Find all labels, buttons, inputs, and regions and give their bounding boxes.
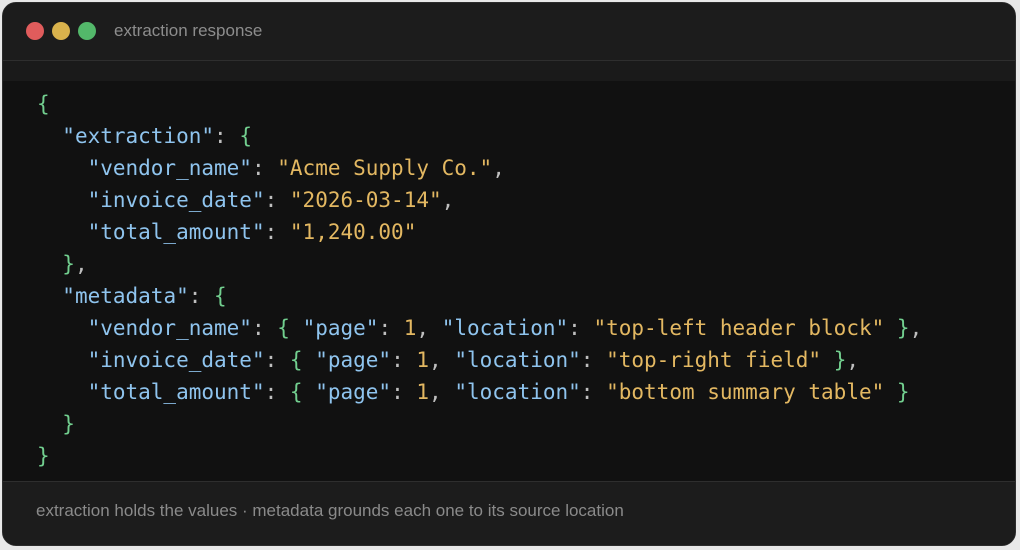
metadata-field-vendor-name: "vendor_name": { "page": 1, "location": … [87, 316, 923, 340]
extraction-line: "extraction": { [62, 124, 252, 148]
extraction-field-invoice-date: "invoice_date": "2026-03-14", [87, 188, 455, 212]
close-window-button[interactable] [26, 22, 44, 40]
terminal-window: extraction response { "extraction": { "v… [2, 2, 1016, 546]
maximize-window-button[interactable] [78, 22, 96, 40]
json-root-open: { [37, 92, 50, 116]
extraction-key: "extraction" [62, 124, 215, 148]
footer-bar: extraction holds the values · metadata g… [3, 481, 1015, 545]
minimize-window-button[interactable] [52, 22, 70, 40]
extraction-field-vendor-name: "vendor_name": "Acme Supply Co.", [87, 156, 505, 180]
title-bar: extraction response [3, 3, 1015, 61]
json-code-block: { "extraction": { "vendor_name": "Acme S… [3, 81, 1015, 481]
metadata-line: "metadata": { [62, 284, 227, 308]
metadata-field-total-amount: "total_amount": { "page": 1, "location":… [87, 380, 910, 404]
metadata-field-invoice-date: "invoice_date": { "page": 1, "location":… [87, 348, 860, 372]
extraction-close: }, [62, 252, 88, 276]
json-root-close: } [37, 444, 50, 468]
metadata-close: } [62, 412, 75, 436]
footer-caption: extraction holds the values · metadata g… [36, 501, 624, 520]
toolbar-strip [3, 61, 1015, 81]
extraction-field-total-amount: "total_amount": "1,240.00" [87, 220, 417, 244]
metadata-key: "metadata" [62, 284, 189, 308]
window-title: extraction response [114, 21, 263, 40]
